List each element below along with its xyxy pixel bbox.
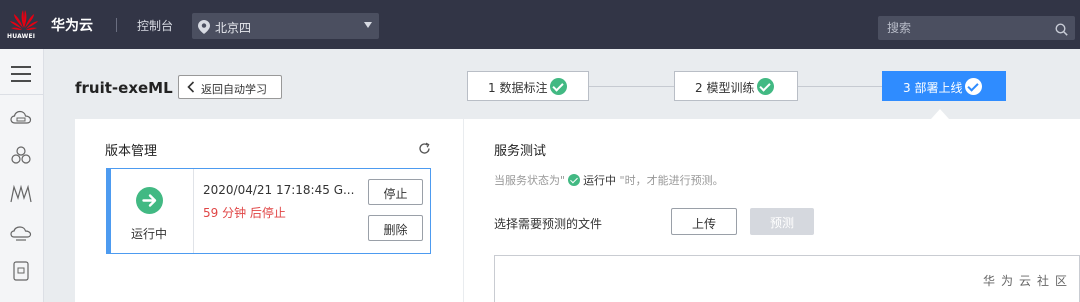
region-select[interactable]: 北京四 [192,13,379,39]
location-pin-icon [198,19,210,38]
region-label: 北京四 [215,21,252,35]
watermark: 华为云社区 [983,274,1074,288]
running-arrow-icon [136,187,163,214]
service-hint: 当服务状态为" 运行中 "时，才能进行预测。 [494,172,724,188]
logo-text: HUAWEI [7,33,36,40]
selected-indicator [107,169,111,253]
storage-icon[interactable] [9,221,33,245]
search-icon[interactable] [1055,21,1068,40]
check-circle-icon [757,78,774,95]
version-time: 2020/04/21 17:18:45 G... [203,183,355,197]
search-box[interactable] [878,16,1075,40]
nav-divider [0,94,44,95]
stop-countdown: 59 分钟 后停止 [203,206,286,220]
version-panel: 版本管理 运行中 2020/04/21 17:18:45 G... 59 分钟 … [75,119,463,302]
divider [116,18,117,32]
predict-button-label: 预测 [769,216,794,230]
card-divider [193,169,194,253]
left-nav [0,49,44,302]
search-input[interactable] [878,16,1048,40]
upload-button-label: 上传 [691,217,716,231]
step-data-labeling[interactable]: 1 数据标注 [467,71,589,101]
step-connector [589,86,674,87]
menu-icon[interactable] [9,62,33,86]
delete-button[interactable]: 删除 [368,215,423,241]
predict-button[interactable]: 预测 [750,208,814,235]
status-label: 运行中 [131,227,168,241]
version-card[interactable]: 运行中 2020/04/21 17:18:45 G... 59 分钟 后停止 停… [106,168,431,254]
cloud-server-icon[interactable] [9,106,33,130]
file-select-label: 选择需要预测的文件 [494,217,603,231]
version-panel-title: 版本管理 [105,144,158,159]
refresh-icon[interactable] [418,140,431,159]
page-title: fruit-exeML [75,79,173,97]
back-button-label: 返回自动学习 [201,83,267,96]
stop-button[interactable]: 停止 [368,179,423,205]
service-test-title: 服务测试 [494,144,547,159]
huawei-flower-icon [10,10,38,30]
cluster-icon[interactable] [9,144,33,168]
step-connector [798,86,882,87]
device-icon[interactable] [9,259,33,283]
step-label: 1 数据标注 [488,81,548,95]
step-label: 2 模型训练 [695,81,755,95]
back-to-automl-button[interactable]: 返回自动学习 [178,75,282,99]
hint-suffix: "时，才能进行预测。 [616,174,724,187]
chevron-left-icon [187,81,195,96]
top-bar: HUAWEI 华为云 控制台 北京四 [0,0,1080,49]
step-model-training[interactable]: 2 模型训练 [674,71,798,101]
network-icon[interactable] [9,182,33,206]
stop-button-label: 停止 [383,187,408,201]
delete-button-label: 删除 [383,223,408,237]
active-step-pointer [931,109,949,119]
step-label: 3 部署上线 [903,81,963,95]
check-circle-icon [550,78,567,95]
caret-down-icon [364,22,372,28]
check-circle-icon [965,78,982,95]
console-link[interactable]: 控制台 [137,17,173,34]
check-circle-icon [568,174,581,186]
step-deploy[interactable]: 3 部署上线 [882,71,1006,101]
hint-status: 运行中 [583,174,617,187]
hint-prefix: 当服务状态为" [494,174,566,187]
brand-name[interactable]: 华为云 [51,15,93,35]
upload-button[interactable]: 上传 [671,208,737,235]
